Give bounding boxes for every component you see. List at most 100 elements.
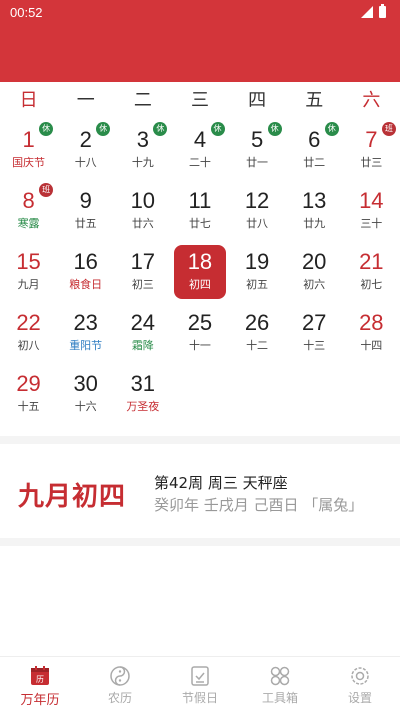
nav-label: 节假日 — [181, 691, 218, 705]
day-lunar: 初三 — [131, 278, 154, 291]
day-lunar: 初四 — [188, 278, 211, 291]
day-lunar: 三十 — [360, 217, 383, 230]
calendar-week: 休 1 国庆节 休 2 十八 休 3 十九 休 4 二十 休 5 廿一 休 6 … — [0, 120, 400, 181]
nav-item-calendar[interactable]: 历 万年历 — [0, 657, 80, 711]
day-lunar: 廿九 — [303, 217, 326, 230]
status-bar: 00:52 — [0, 0, 400, 26]
section-divider — [0, 436, 400, 444]
svg-text:历: 历 — [36, 675, 44, 684]
day-cell[interactable]: 休 3 十九 — [114, 120, 171, 181]
day-number: 27 — [301, 310, 327, 335]
calendar-week: 29 十五 30 十六 31 万圣夜 — [0, 364, 400, 425]
weekday-fri: 五 — [305, 90, 324, 111]
day-number: 12 — [244, 188, 270, 213]
day-number: 5 — [250, 127, 264, 152]
day-lunar: 廿七 — [188, 217, 211, 230]
day-cell-selected[interactable]: 18 初四 — [171, 242, 228, 303]
day-number: 14 — [359, 188, 384, 213]
day-cell[interactable]: 19 初五 — [229, 242, 286, 303]
day-cell[interactable]: 休 5 廿一 — [229, 120, 286, 181]
day-cell[interactable]: 23 重阳节 — [57, 303, 114, 364]
day-cell[interactable]: 22 初八 — [0, 303, 57, 364]
day-number: 26 — [244, 310, 270, 335]
nav-item-holidays[interactable]: 节假日 — [160, 657, 240, 711]
nav-item-toolbox[interactable]: 工具箱 — [240, 657, 320, 711]
day-cell[interactable]: 16 粮食日 — [57, 242, 114, 303]
day-number: 17 — [130, 249, 156, 274]
day-number: 22 — [16, 310, 41, 335]
day-number: 7 — [365, 127, 378, 152]
day-cell[interactable]: 24 霜降 — [114, 303, 171, 364]
day-number: 15 — [16, 249, 41, 274]
day-lunar: 十八 — [74, 156, 97, 169]
day-lunar: 粮食日 — [69, 278, 103, 291]
status-icons — [361, 4, 386, 18]
section-divider — [0, 538, 400, 546]
day-cell[interactable]: 10 廿六 — [114, 181, 171, 242]
day-cell[interactable]: 25 十一 — [171, 303, 228, 364]
day-cell[interactable]: 休 1 国庆节 — [0, 120, 57, 181]
day-lunar: 十四 — [360, 339, 383, 352]
day-lunar: 国庆节 — [12, 156, 46, 169]
day-cell[interactable]: 17 初三 — [114, 242, 171, 303]
ganzhi-info: 癸卯年 壬戌月 己酉日 「属兔」 — [154, 496, 364, 514]
day-number: 21 — [359, 249, 384, 274]
day-lunar: 廿五 — [74, 217, 97, 230]
day-cell[interactable]: 13 廿九 — [286, 181, 343, 242]
day-cell[interactable]: 14 三十 — [343, 181, 400, 242]
bottom-nav: 历 万年历 农历 节假日 工具箱 设置 — [0, 656, 400, 711]
day-lunar: 廿二 — [303, 156, 326, 169]
calendar-week: 15 九月 16 粮食日 17 初三 18 初四 19 初五 20 初六 21 … — [0, 242, 400, 303]
day-number: 4 — [193, 127, 207, 152]
day-cell[interactable]: 休 2 十八 — [57, 120, 114, 181]
calendar-week: 22 初八 23 重阳节 24 霜降 25 十一 26 十二 27 十三 28 … — [0, 303, 400, 364]
weekday-wed: 三 — [190, 90, 209, 111]
day-cell[interactable]: 休 6 廿二 — [286, 120, 343, 181]
day-cell[interactable]: 20 初六 — [286, 242, 343, 303]
lunar-date: 九月初四 — [18, 482, 127, 512]
day-number: 30 — [73, 371, 98, 396]
day-lunar: 二十 — [188, 156, 211, 169]
day-lunar: 十二 — [246, 339, 269, 352]
day-lunar: 廿一 — [246, 156, 269, 169]
day-lunar: 初五 — [246, 278, 269, 291]
day-number: 31 — [130, 371, 156, 396]
nav-item-lunar[interactable]: 农历 — [80, 657, 160, 711]
nav-item-settings[interactable]: 设置 — [320, 657, 400, 711]
day-cell[interactable]: 11 廿七 — [171, 181, 228, 242]
day-cell[interactable]: 班 7 廿三 — [343, 120, 400, 181]
day-cell[interactable]: 12 廿八 — [229, 181, 286, 242]
day-cell[interactable]: 29 十五 — [0, 364, 57, 425]
day-lunar: 廿三 — [360, 156, 383, 169]
day-number: 11 — [188, 188, 212, 213]
day-number: 18 — [187, 249, 213, 274]
day-cell[interactable]: 31 万圣夜 — [114, 364, 171, 425]
day-cell[interactable]: 27 十三 — [286, 303, 343, 364]
day-number: 1 — [22, 127, 35, 152]
day-lunar: 十三 — [303, 339, 326, 352]
day-lunar: 廿八 — [246, 217, 269, 230]
day-cell[interactable]: 9 廿五 — [57, 181, 114, 242]
day-lunar: 寒露 — [17, 217, 40, 230]
day-number: 8 — [22, 188, 35, 213]
weekday-thu: 四 — [248, 90, 267, 111]
day-cell[interactable]: 班 8 寒露 — [0, 181, 57, 242]
day-number: 24 — [130, 310, 156, 335]
day-lunar: 重阳节 — [69, 339, 103, 352]
day-cell[interactable]: 15 九月 — [0, 242, 57, 303]
day-cell[interactable]: 30 十六 — [57, 364, 114, 425]
day-cell[interactable]: 26 十二 — [229, 303, 286, 364]
day-cell[interactable]: 28 十四 — [343, 303, 400, 364]
nav-label: 农历 — [107, 691, 132, 705]
gear-icon — [351, 667, 369, 685]
calendar-week: 班 8 寒露 9 廿五 10 廿六 11 廿七 12 廿八 13 廿九 14 三… — [0, 181, 400, 242]
day-cell[interactable]: 休 4 二十 — [171, 120, 228, 181]
day-number: 28 — [359, 310, 384, 335]
day-cell[interactable]: 21 初七 — [343, 242, 400, 303]
day-lunar: 十九 — [131, 156, 154, 169]
day-number: 20 — [301, 249, 327, 274]
week-info: 第42周 周三 天秤座 — [154, 474, 288, 492]
nav-label: 工具箱 — [261, 691, 298, 705]
calendar-icon: 历 — [31, 666, 49, 685]
grid-icon — [270, 666, 290, 686]
